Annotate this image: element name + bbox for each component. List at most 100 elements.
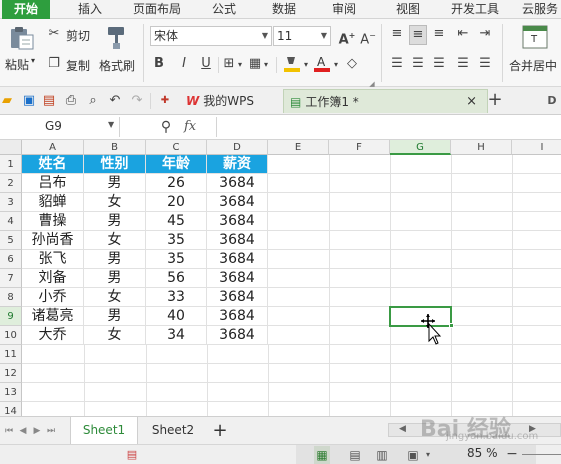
add-sheet-button[interactable]: + bbox=[208, 417, 232, 444]
table-cell[interactable]: 3684 bbox=[207, 193, 268, 212]
print-preview-icon[interactable]: ▤ bbox=[42, 92, 56, 110]
column-header[interactable]: D bbox=[207, 140, 268, 155]
row-header[interactable]: 13 bbox=[0, 383, 22, 402]
normal-view-icon[interactable]: ▦ bbox=[314, 446, 330, 464]
table-cell[interactable]: 女 bbox=[84, 231, 146, 250]
row-header[interactable]: 7 bbox=[0, 269, 22, 288]
table-cell[interactable]: 曹操 bbox=[22, 212, 84, 231]
zoom-slider[interactable] bbox=[522, 454, 561, 455]
page-layout-view-icon[interactable]: ▤ bbox=[347, 446, 363, 464]
open-folder-icon[interactable]: ▰ bbox=[0, 92, 14, 110]
tab-workbook[interactable]: ▤ 工作簿1 * × bbox=[283, 89, 488, 113]
row-header[interactable]: 5 bbox=[0, 231, 22, 250]
table-cell[interactable]: 女 bbox=[84, 326, 146, 345]
chevron-down-icon[interactable]: ▾ bbox=[302, 56, 310, 74]
table-cell[interactable]: 男 bbox=[84, 269, 146, 288]
table-header-age[interactable]: 年龄 bbox=[146, 155, 207, 174]
zoom-level[interactable]: 85 % bbox=[467, 446, 498, 460]
tab-view[interactable]: 视图 bbox=[386, 0, 430, 19]
table-cell[interactable]: 56 bbox=[146, 269, 207, 288]
borders-icon[interactable]: ⊞ bbox=[222, 55, 236, 73]
indent-decrease-icon[interactable]: ⇤ bbox=[455, 25, 471, 43]
table-cell[interactable]: 男 bbox=[84, 307, 146, 326]
distributed-icon[interactable]: ☰ bbox=[477, 55, 493, 73]
scissors-icon[interactable]: ✂ bbox=[46, 25, 62, 43]
row-header[interactable]: 6 bbox=[0, 250, 22, 269]
table-cell[interactable]: 张飞 bbox=[22, 250, 84, 269]
tab-developer[interactable]: 开发工具 bbox=[443, 0, 507, 19]
row-header[interactable]: 8 bbox=[0, 288, 22, 307]
macro-record-icon[interactable]: ▤ bbox=[125, 446, 139, 464]
chevron-down-icon[interactable]: ▾ bbox=[262, 56, 270, 74]
row-header[interactable]: 11 bbox=[0, 345, 22, 364]
merge-icon[interactable]: ▦ bbox=[248, 55, 262, 73]
column-header[interactable]: I bbox=[512, 140, 561, 155]
tab-formulas[interactable]: 公式 bbox=[202, 0, 246, 19]
row-header[interactable]: 1 bbox=[0, 155, 22, 174]
font-name-select[interactable]: 宋体 ▼ bbox=[150, 26, 272, 46]
column-header[interactable]: C bbox=[146, 140, 207, 155]
paste-button[interactable]: 粘贴 bbox=[5, 56, 29, 73]
format-painter-button[interactable]: 格式刷 bbox=[99, 57, 135, 74]
paste-icon[interactable] bbox=[6, 25, 36, 51]
table-header-gender[interactable]: 性别 bbox=[84, 155, 146, 174]
select-all-corner[interactable] bbox=[0, 140, 22, 155]
table-cell[interactable]: 3684 bbox=[207, 231, 268, 250]
italic-button[interactable]: I bbox=[177, 55, 191, 73]
table-cell[interactable]: 3684 bbox=[207, 326, 268, 345]
row-header[interactable]: 4 bbox=[0, 212, 22, 231]
name-box[interactable]: G9 ▼ bbox=[0, 117, 120, 137]
table-cell[interactable]: 26 bbox=[146, 174, 207, 193]
last-sheet-icon[interactable]: ⏭ bbox=[46, 422, 56, 440]
table-cell[interactable]: 34 bbox=[146, 326, 207, 345]
column-header[interactable]: F bbox=[329, 140, 390, 155]
underline-button[interactable]: U bbox=[199, 55, 213, 73]
scroll-left-icon[interactable]: ◀ bbox=[399, 424, 406, 434]
table-cell[interactable]: 大乔 bbox=[22, 326, 84, 345]
column-header-selected[interactable]: G bbox=[390, 140, 451, 155]
table-cell[interactable]: 3684 bbox=[207, 288, 268, 307]
first-sheet-icon[interactable]: ⏮ bbox=[4, 422, 14, 440]
align-left-icon[interactable]: ☰ bbox=[389, 55, 405, 73]
table-header-salary[interactable]: 薪资 bbox=[207, 155, 268, 174]
merge-center-icon[interactable]: T bbox=[522, 25, 548, 49]
table-cell[interactable]: 吕布 bbox=[22, 174, 84, 193]
table-cell[interactable]: 3684 bbox=[207, 307, 268, 326]
format-painter-icon[interactable] bbox=[104, 24, 130, 52]
tab-page-layout[interactable]: 页面布局 bbox=[125, 0, 189, 19]
save-icon[interactable]: ▣ bbox=[22, 92, 36, 110]
table-cell[interactable]: 40 bbox=[146, 307, 207, 326]
merge-center-button[interactable]: 合并居中 bbox=[509, 57, 557, 74]
clear-format-icon[interactable]: ◇ bbox=[344, 55, 360, 73]
table-cell[interactable]: 女 bbox=[84, 288, 146, 307]
formula-input[interactable] bbox=[216, 117, 561, 137]
tab-home[interactable]: 开始 bbox=[2, 0, 50, 19]
column-header[interactable]: B bbox=[84, 140, 146, 155]
tab-data[interactable]: 数据 bbox=[262, 0, 306, 19]
table-cell[interactable]: 男 bbox=[84, 250, 146, 269]
chevron-down-icon[interactable]: ▾ bbox=[236, 56, 244, 74]
tab-insert[interactable]: 插入 bbox=[68, 0, 112, 19]
table-cell[interactable]: 男 bbox=[84, 212, 146, 231]
font-size-select[interactable]: 11 ▼ bbox=[273, 26, 331, 46]
table-cell[interactable]: 35 bbox=[146, 231, 207, 250]
tab-review[interactable]: 审阅 bbox=[322, 0, 366, 19]
table-cell[interactable]: 20 bbox=[146, 193, 207, 212]
table-cell[interactable]: 男 bbox=[84, 174, 146, 193]
fx-button[interactable]: fx bbox=[184, 119, 196, 134]
row-header-selected[interactable]: 9 bbox=[0, 307, 22, 326]
justify-icon[interactable]: ☰ bbox=[455, 55, 471, 73]
tab-cloud[interactable]: 云服务 bbox=[515, 0, 561, 19]
page-break-view-icon[interactable]: ▥ bbox=[374, 446, 390, 464]
table-cell[interactable]: 3684 bbox=[207, 212, 268, 231]
align-right-icon[interactable]: ☰ bbox=[431, 55, 447, 73]
align-center-icon[interactable]: ☰ bbox=[410, 55, 426, 73]
sheet-tab-sheet2[interactable]: Sheet2 bbox=[140, 417, 206, 444]
copy-button[interactable]: 复制 bbox=[66, 57, 90, 74]
docer-icon[interactable]: D bbox=[546, 92, 558, 110]
zoom-out-button[interactable]: − bbox=[505, 445, 519, 463]
tab-my-wps[interactable]: W 我的WPS bbox=[180, 89, 280, 113]
sheet-tab-sheet1[interactable]: Sheet1 bbox=[70, 417, 138, 444]
column-header[interactable]: A bbox=[22, 140, 84, 155]
fill-color-icon[interactable] bbox=[283, 54, 301, 74]
